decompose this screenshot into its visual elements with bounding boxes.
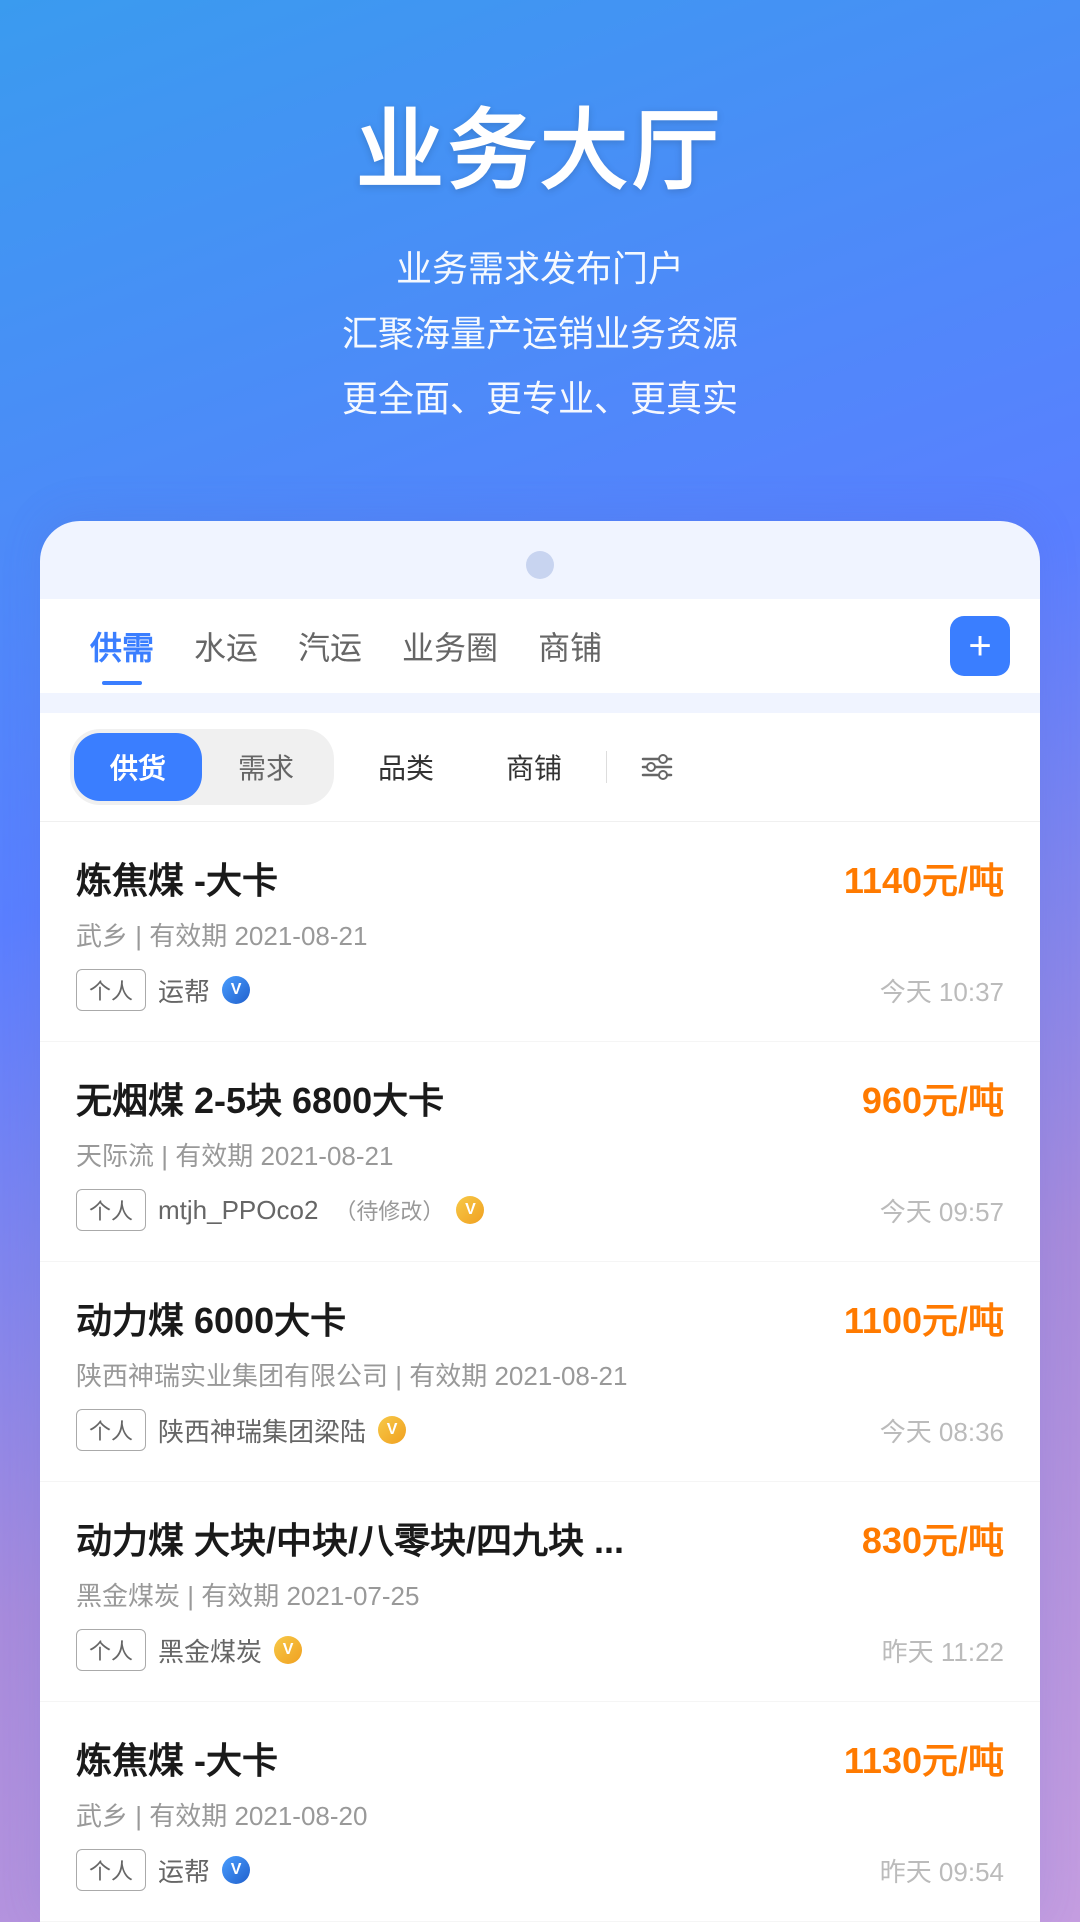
item-location: 天际流 <box>76 1141 154 1171</box>
demand-toggle[interactable]: 需求 <box>202 733 330 801</box>
item-title: 炼焦煤 -大卡 <box>76 852 278 904</box>
item-title: 无烟煤 2-5块 6800大卡 <box>76 1072 444 1124</box>
subtitle-line3: 更全面、更专业、更真实 <box>40 367 1040 432</box>
tab-store[interactable]: 商铺 <box>518 599 622 693</box>
item-meta: 天际流 | 有效期 2021-08-21 <box>76 1136 1004 1173</box>
item-location: 武乡 <box>76 921 128 951</box>
item-validity: 有效期 2021-08-20 <box>149 1801 367 1831</box>
item-time: 昨天 09:54 <box>880 1852 1004 1889</box>
item-validity: 有效期 2021-08-21 <box>175 1141 393 1171</box>
personal-tag: 个人 <box>76 1189 146 1231</box>
user-name: 运帮 <box>158 1852 210 1889</box>
personal-tag: 个人 <box>76 969 146 1011</box>
item-meta: 黑金煤炭 | 有效期 2021-07-25 <box>76 1576 1004 1613</box>
item-time: 今天 08:36 <box>880 1412 1004 1449</box>
item-meta: 武乡 | 有效期 2021-08-20 <box>76 1796 1004 1833</box>
hero-title: 业务大厅 <box>40 80 1040 207</box>
item-meta: 陕西神瑞实业集团有限公司 | 有效期 2021-08-21 <box>76 1356 1004 1393</box>
filter-bar: 供货 需求 品类 商铺 <box>40 713 1040 822</box>
vip-icon: V <box>456 1196 484 1224</box>
pending-tag: （待修改） <box>334 1194 444 1226</box>
list-item[interactable]: 动力煤 6000大卡 1100元/吨 陕西神瑞实业集团有限公司 | 有效期 20… <box>40 1262 1040 1482</box>
hero-subtitle: 业务需求发布门户 汇聚海量产运销业务资源 更全面、更专业、更真实 <box>40 237 1040 431</box>
vip-icon: V <box>378 1416 406 1444</box>
personal-tag: 个人 <box>76 1629 146 1671</box>
personal-tag: 个人 <box>76 1409 146 1451</box>
item-price: 830元/吨 <box>862 1512 1004 1564</box>
user-name: mtjh_PPOco2 <box>158 1195 318 1226</box>
main-card: 供需 水运 汽运 业务圈 商铺 + 供货 需求 品类 商铺 <box>40 521 1040 1922</box>
item-location: 黑金煤炭 <box>76 1581 180 1611</box>
user-name: 陕西神瑞集团梁陆 <box>158 1412 366 1449</box>
item-time: 今天 09:57 <box>880 1192 1004 1229</box>
filter-icon-button[interactable] <box>623 741 691 793</box>
item-location: 陕西神瑞实业集团有限公司 <box>76 1361 388 1391</box>
hero-section: 业务大厅 业务需求发布门户 汇聚海量产运销业务资源 更全面、更专业、更真实 <box>0 0 1080 491</box>
user-name: 运帮 <box>158 972 210 1009</box>
list-item[interactable]: 无烟煤 2-5块 6800大卡 960元/吨 天际流 | 有效期 2021-08… <box>40 1042 1040 1262</box>
tab-bar: 供需 水运 汽运 业务圈 商铺 + <box>40 599 1040 693</box>
item-time: 今天 10:37 <box>880 972 1004 1009</box>
list-item[interactable]: 炼焦煤 -大卡 1140元/吨 武乡 | 有效期 2021-08-21 个人 运… <box>40 822 1040 1042</box>
filter-toggle: 供货 需求 <box>70 729 334 805</box>
camera-dot <box>526 551 554 579</box>
item-time: 昨天 11:22 <box>882 1632 1004 1669</box>
personal-tag: 个人 <box>76 1849 146 1891</box>
vip-icon: V <box>222 976 250 1004</box>
item-validity: 有效期 2021-08-21 <box>149 921 367 951</box>
list-item[interactable]: 动力煤 大块/中块/八零块/四九块 ... 830元/吨 黑金煤炭 | 有效期 … <box>40 1482 1040 1702</box>
item-meta: 武乡 | 有效期 2021-08-21 <box>76 916 1004 953</box>
subtitle-line2: 汇聚海量产运销业务资源 <box>40 302 1040 367</box>
subtitle-line1: 业务需求发布门户 <box>40 237 1040 302</box>
item-validity: 有效期 2021-08-21 <box>409 1361 627 1391</box>
item-location: 武乡 <box>76 1801 128 1831</box>
item-title: 动力煤 6000大卡 <box>76 1292 346 1344</box>
tab-business-circle[interactable]: 业务圈 <box>382 599 518 693</box>
list-item[interactable]: 炼焦煤 -大卡 1130元/吨 武乡 | 有效期 2021-08-20 个人 运… <box>40 1702 1040 1922</box>
filter-icon <box>639 749 675 785</box>
item-title: 炼焦煤 -大卡 <box>76 1732 278 1784</box>
vip-icon: V <box>274 1636 302 1664</box>
item-price: 1140元/吨 <box>844 852 1004 904</box>
listing-list: 炼焦煤 -大卡 1140元/吨 武乡 | 有效期 2021-08-21 个人 运… <box>40 822 1040 1922</box>
tab-water-transport[interactable]: 水运 <box>174 599 278 693</box>
item-price: 1100元/吨 <box>844 1292 1004 1344</box>
item-validity: 有效期 2021-07-25 <box>201 1581 419 1611</box>
item-price: 1130元/吨 <box>844 1732 1004 1784</box>
vip-icon: V <box>222 1856 250 1884</box>
tab-road-transport[interactable]: 汽运 <box>278 599 382 693</box>
add-button[interactable]: + <box>950 616 1010 676</box>
shop-filter[interactable]: 商铺 <box>478 733 590 801</box>
filter-divider <box>606 751 607 783</box>
item-title: 动力煤 大块/中块/八零块/四九块 ... <box>76 1512 624 1564</box>
tab-supply-demand[interactable]: 供需 <box>70 599 174 693</box>
supply-toggle[interactable]: 供货 <box>74 733 202 801</box>
user-name: 黑金煤炭 <box>158 1632 262 1669</box>
item-price: 960元/吨 <box>862 1072 1004 1124</box>
category-filter[interactable]: 品类 <box>350 733 462 801</box>
